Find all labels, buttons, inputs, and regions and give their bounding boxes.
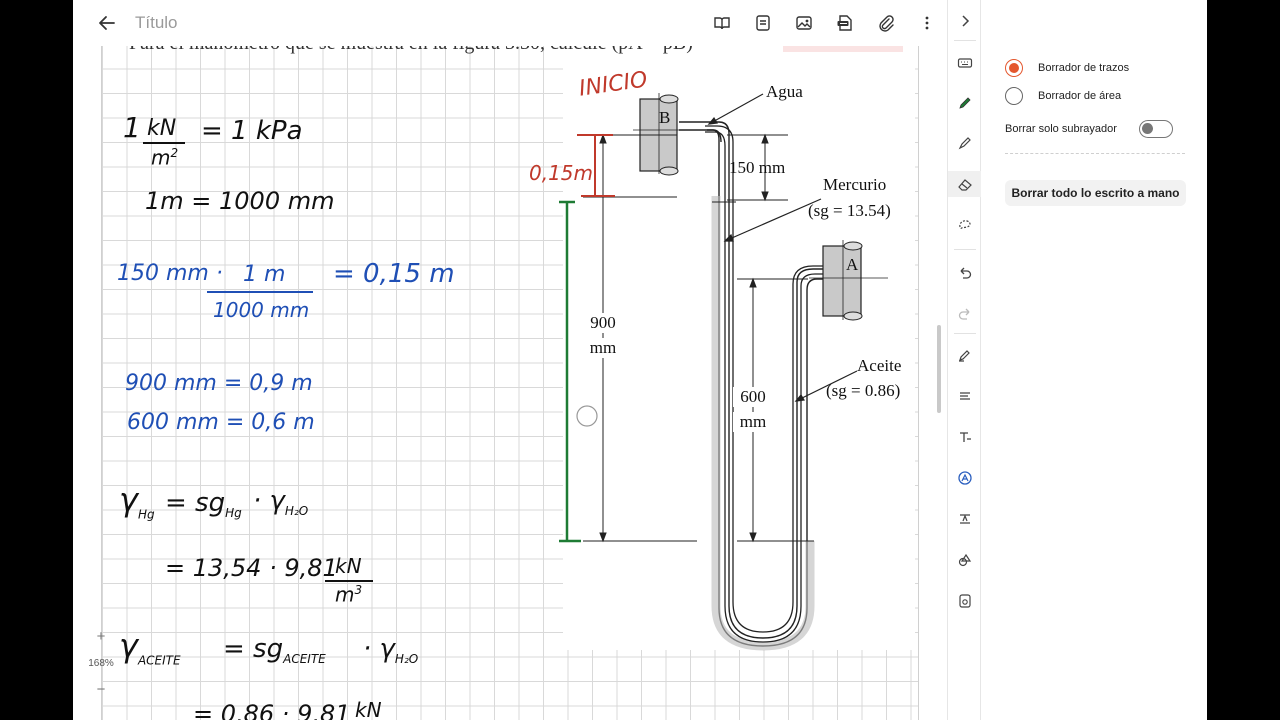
toolbar-icons <box>701 0 947 46</box>
hand-eq-kpa: = 1 kPa <box>201 116 303 146</box>
hand-900mm: 900 mm = 0,9 m <box>125 371 313 396</box>
hand-gamma-h2o: · γH₂O <box>253 486 309 519</box>
hand-conv-den: 1000 mm <box>213 298 310 322</box>
label-150mm: 150 mm <box>729 158 786 177</box>
hand-conv-right: = 0,15 m <box>333 259 455 289</box>
letterbox-left <box>0 0 73 720</box>
option-stroke-eraser[interactable]: Borrador de trazos <box>1005 59 1129 77</box>
radio-area-eraser[interactable] <box>1005 87 1023 105</box>
hand-eq-sg: = sgHg <box>165 488 242 521</box>
top-toolbar: Título <box>73 0 947 46</box>
pen-green-icon[interactable] <box>948 90 982 116</box>
option-area-eraser-label: Borrador de área <box>1038 90 1122 102</box>
shapes-icon[interactable] <box>948 547 982 573</box>
insert-image-icon[interactable] <box>783 0 824 46</box>
back-arrow-icon[interactable] <box>95 11 119 35</box>
label-aceite: Aceite <box>857 356 902 375</box>
zoom-out-button[interactable]: − <box>97 681 106 698</box>
eraser-icon[interactable] <box>948 171 982 197</box>
pipe-a <box>809 240 888 321</box>
green-bracket <box>559 200 581 543</box>
app-window: Título Para el manómet <box>0 0 1280 720</box>
ink-to-math-icon[interactable] <box>948 465 982 491</box>
hand-calc-hg: = 13,54 · 9,81 <box>165 554 338 582</box>
undo-icon[interactable] <box>948 260 982 286</box>
letterbox-right <box>1207 0 1280 720</box>
replay-icon[interactable] <box>948 588 982 614</box>
zoom-level: 168% <box>88 657 114 669</box>
hand-calc-aceite: = 0,86 · 9,81 <box>193 700 351 720</box>
label-mercurio: Mercurio <box>823 175 887 194</box>
highlighter-only-toggle[interactable] <box>1139 120 1173 138</box>
label-900-unit: mm <box>583 338 623 358</box>
label-900: 900 <box>583 313 623 333</box>
attach-file-icon[interactable] <box>865 0 906 46</box>
label-600-unit: mm <box>733 412 773 432</box>
ink-to-shape-icon[interactable] <box>948 342 982 368</box>
panel-divider <box>1005 153 1185 154</box>
hand-m-mm: 1m = 1000 mm <box>145 187 335 215</box>
hand-one: 1 <box>123 111 141 144</box>
eraser-options-panel: Borrador de trazos Borrador de área Borr… <box>981 0 1207 720</box>
hand-gamma-aceite: γACEITE <box>119 627 181 668</box>
note-canvas[interactable]: Para el manómetro que se muestra en la f… <box>73 46 947 720</box>
hand-600mm: 600 mm = 0,6 m <box>127 410 315 435</box>
hand-m2: m2 <box>151 145 179 170</box>
pen-cursor <box>576 405 598 427</box>
hand-gamma-h2o-2: · γH₂O <box>363 634 419 667</box>
vertical-scrollbar[interactable] <box>937 325 941 413</box>
manometer-tube <box>679 121 825 647</box>
tool-rail <box>947 0 982 720</box>
highlighter-only-label: Borrar solo subrayador <box>1005 123 1117 135</box>
radio-stroke-eraser[interactable] <box>1005 59 1023 77</box>
text-format-icon[interactable] <box>948 506 982 532</box>
hand-conv-left: 150 mm · <box>117 261 223 286</box>
statement-highlight <box>783 46 903 52</box>
hand-015m: 0,15m <box>529 161 594 185</box>
label-agua: Agua <box>766 82 803 101</box>
ink-to-text-icon[interactable] <box>948 424 982 450</box>
redo-icon[interactable] <box>948 301 982 327</box>
lasso-icon[interactable] <box>948 212 982 238</box>
label-a: A <box>846 255 859 274</box>
hand-kn-3: kN <box>355 698 382 720</box>
hand-gamma-hg: γHg <box>119 481 155 522</box>
zoom-control: + 168% − <box>88 628 114 698</box>
label-b: B <box>659 108 671 127</box>
insert-pdf-icon[interactable] <box>824 0 865 46</box>
label-aceite-sg: (sg = 0.86) <box>826 381 901 400</box>
zoom-in-button[interactable]: + <box>97 628 106 645</box>
collapse-chevron-icon[interactable] <box>948 8 982 34</box>
hand-conv-num: 1 m <box>243 262 286 287</box>
more-options-icon[interactable] <box>906 0 947 46</box>
keyboard-icon[interactable] <box>948 50 982 76</box>
hand-eq-sg-aceite: = sgACEITE <box>223 634 326 667</box>
highlighter-only-row: Borrar solo subrayador <box>1005 120 1173 138</box>
option-stroke-eraser-label: Borrador de trazos <box>1038 62 1130 74</box>
page-title[interactable]: Título <box>135 13 178 33</box>
hand-kn-2: kN <box>335 554 362 578</box>
page-template-icon[interactable] <box>742 0 783 46</box>
hand-m3: m3 <box>335 582 363 607</box>
label-mercurio-sg: (sg = 13.54) <box>808 201 891 220</box>
option-area-eraser[interactable]: Borrador de área <box>1005 87 1121 105</box>
label-600: 600 <box>733 387 773 407</box>
reading-view-icon[interactable] <box>701 0 742 46</box>
hand-kn: kN <box>147 116 177 141</box>
erase-all-ink-button[interactable]: Borrar todo lo escrito a mano <box>1005 180 1186 206</box>
straighten-icon[interactable] <box>948 383 982 409</box>
highlighter-icon[interactable] <box>948 130 982 156</box>
pipe-b <box>633 93 685 176</box>
